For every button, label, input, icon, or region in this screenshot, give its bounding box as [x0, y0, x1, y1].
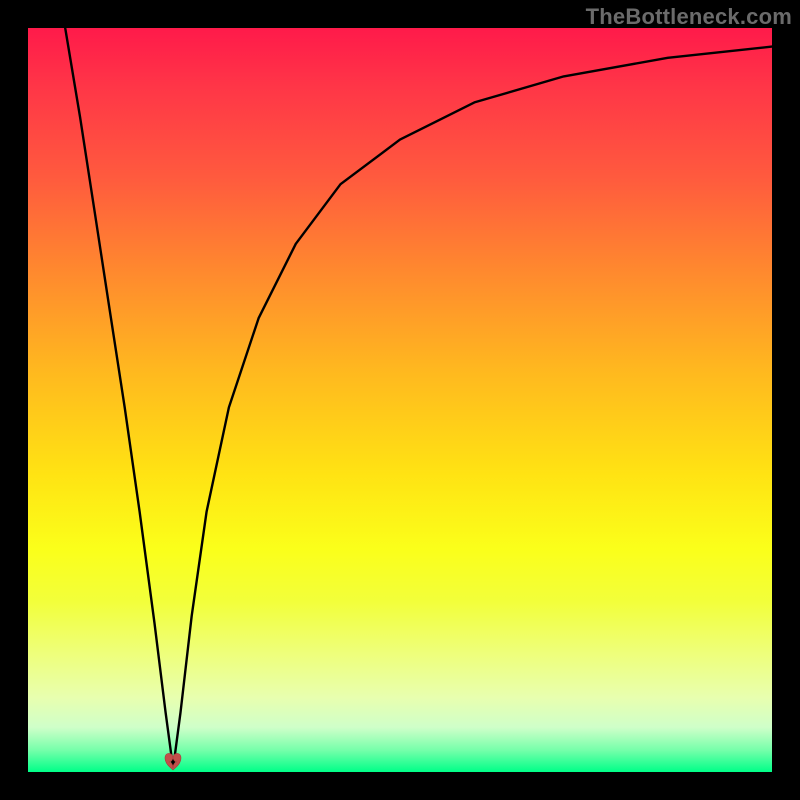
chart-frame: TheBottleneck.com — [0, 0, 800, 800]
watermark-text: TheBottleneck.com — [586, 4, 792, 30]
plot-area — [28, 28, 772, 772]
bottleneck-curve — [28, 28, 772, 772]
